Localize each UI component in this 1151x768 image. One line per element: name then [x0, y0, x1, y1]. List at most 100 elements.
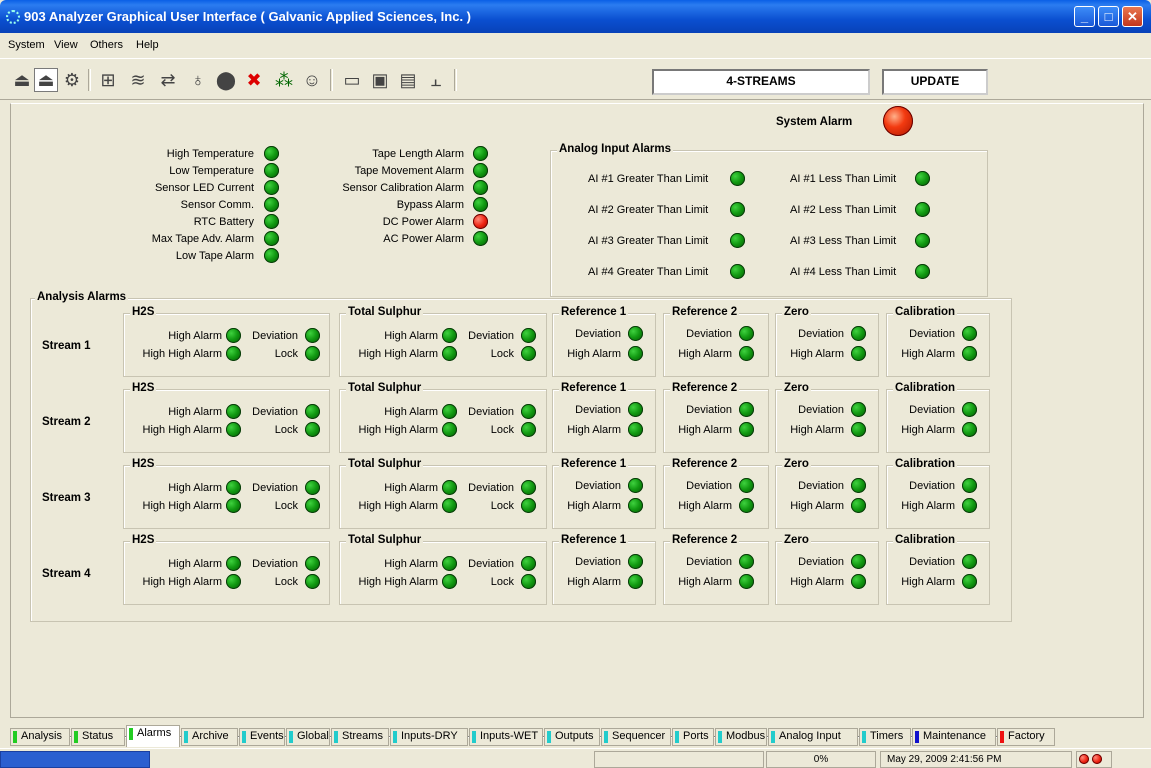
ai-greater-label: AI #2 Greater Than Limit — [588, 204, 709, 216]
high-high-alarm-led — [226, 422, 241, 437]
deviation-label: Deviation — [909, 328, 955, 340]
tab-label: Status — [82, 730, 114, 742]
eject-icon[interactable]: ⏏ — [10, 68, 34, 92]
cal-title: Calibration — [893, 382, 958, 394]
exchange-icon[interactable]: ⇄ — [156, 68, 180, 92]
stream-label: Stream 1 — [42, 340, 91, 352]
lock-label: Lock — [274, 576, 298, 588]
tab-status[interactable]: Status — [71, 728, 125, 746]
deviation-led — [739, 402, 754, 417]
alarm-label: Low Temperature — [169, 165, 254, 177]
tab-marker-icon — [675, 731, 679, 743]
deviation-led — [521, 328, 536, 343]
deviation-led — [305, 404, 320, 419]
cal-box: Calibration Deviation High Alarm — [886, 534, 990, 605]
ref1-box: Reference 1 Deviation High Alarm — [552, 306, 656, 377]
close-button[interactable]: ✕ — [1122, 6, 1143, 27]
settings-icon[interactable]: ⚙ — [60, 68, 84, 92]
menu-system[interactable]: System — [8, 39, 45, 51]
alarm-led — [473, 180, 488, 195]
deviation-led — [962, 554, 977, 569]
ts-title: Total Sulphur — [346, 458, 424, 470]
update-button[interactable]: UPDATE — [882, 69, 988, 95]
status-indicator-icons — [1076, 751, 1112, 768]
lock-label: Lock — [490, 576, 514, 588]
ref1-box: Reference 1 Deviation High Alarm — [552, 458, 656, 529]
tab-factory[interactable]: Factory — [997, 728, 1055, 746]
probe-icon[interactable]: ♁ — [186, 68, 210, 92]
high-alarm-label: High Alarm — [901, 424, 955, 436]
ref1-title: Reference 1 — [559, 306, 629, 318]
h2s-box: H2S High Alarm High High Alarm Deviation Loc… — [123, 534, 330, 605]
valve-icon[interactable]: ⬤ — [214, 68, 238, 92]
h2s-box: H2S High Alarm High High Alarm Deviation Loc… — [123, 382, 330, 453]
tab-analog-input[interactable]: Analog Input — [768, 728, 858, 746]
tab-label: Archive — [192, 730, 229, 742]
high-alarm-led — [962, 422, 977, 437]
ref2-box: Reference 2 Deviation High Alarm — [663, 458, 769, 529]
open-folder-icon[interactable]: ▭ — [340, 68, 364, 92]
cal-box: Calibration Deviation High Alarm — [886, 382, 990, 453]
menu-view[interactable]: View — [54, 39, 78, 51]
ref2-box: Reference 2 Deviation High Alarm — [663, 306, 769, 377]
lock-label: Lock — [490, 500, 514, 512]
high-alarm-led — [962, 498, 977, 513]
alarm-led — [264, 146, 279, 161]
tab-marker-icon — [242, 731, 246, 743]
menu-help[interactable]: Help — [136, 39, 159, 51]
chart-icon[interactable]: ⫠ — [424, 68, 448, 92]
signal-icon[interactable]: ⁂ — [272, 68, 296, 92]
tab-maintenance[interactable]: Maintenance — [912, 728, 996, 746]
ai-less-label: AI #2 Less Than Limit — [790, 204, 897, 216]
tab-modbus[interactable]: Modbus — [715, 728, 767, 746]
high-high-alarm-label: High High Alarm — [358, 500, 438, 512]
high-alarm-led — [739, 498, 754, 513]
tab-outputs[interactable]: Outputs — [544, 728, 600, 746]
tab-label: Sequencer — [612, 730, 666, 742]
alarm-led — [264, 197, 279, 212]
deviation-label: Deviation — [798, 328, 844, 340]
tab-events[interactable]: Events — [239, 728, 285, 746]
tab-inputs-wet[interactable]: Inputs-WET — [469, 728, 543, 746]
cancel-icon[interactable]: ✖ — [242, 68, 266, 92]
tab-timers[interactable]: Timers — [859, 728, 911, 746]
tab-archive[interactable]: Archive — [181, 728, 238, 746]
deviation-label: Deviation — [252, 482, 298, 494]
deviation-led — [739, 326, 754, 341]
status-pane-left — [0, 751, 150, 768]
alarm-led — [473, 214, 488, 229]
save-as-icon[interactable]: ▤ — [396, 68, 420, 92]
flow-icon[interactable]: ≋ — [126, 68, 150, 92]
save-icon[interactable]: ▣ — [368, 68, 392, 92]
tab-sequencer[interactable]: Sequencer — [601, 728, 671, 746]
network-icon[interactable]: ⊞ — [96, 68, 120, 92]
maximize-button[interactable]: □ — [1098, 6, 1119, 27]
tab-label: Alarms — [137, 727, 172, 739]
high-high-alarm-led — [442, 422, 457, 437]
title-bar[interactable]: 903 Analyzer Graphical User Interface ( … — [0, 0, 1151, 33]
tab-streams[interactable]: Streams — [331, 728, 389, 746]
zero-title: Zero — [782, 534, 811, 546]
tab-global[interactable]: Global — [286, 728, 330, 746]
tab-analysis[interactable]: Analysis — [10, 728, 70, 746]
menu-bar: System View Others Help — [0, 33, 1151, 57]
lock-led — [521, 498, 536, 513]
minimize-button[interactable]: _ — [1074, 6, 1095, 27]
high-alarm-label: High Alarm — [678, 348, 732, 360]
deviation-label: Deviation — [686, 556, 732, 568]
drive-icon[interactable]: ⏏ — [34, 68, 58, 92]
high-alarm-label: High Alarm — [901, 576, 955, 588]
toolbar: ⏏ ⏏ ⚙ ⊞ ≋ ⇄ ♁ ⬤ ✖ ⁂ ☺ ▭ ▣ ▤ ⫠ 4-STREAMS … — [0, 58, 1151, 100]
tab-ports[interactable]: Ports — [672, 728, 714, 746]
tab-alarms[interactable]: Alarms — [126, 725, 180, 747]
high-high-alarm-label: High High Alarm — [142, 500, 222, 512]
user-icon[interactable]: ☺ — [300, 68, 324, 92]
ref2-title: Reference 2 — [670, 382, 740, 394]
h2s-title: H2S — [130, 306, 157, 318]
deviation-led — [739, 478, 754, 493]
lock-led — [521, 346, 536, 361]
menu-others[interactable]: Others — [90, 39, 123, 51]
alarm-led — [264, 163, 279, 178]
tab-inputs-dry[interactable]: Inputs-DRY — [390, 728, 468, 746]
deviation-led — [851, 554, 866, 569]
